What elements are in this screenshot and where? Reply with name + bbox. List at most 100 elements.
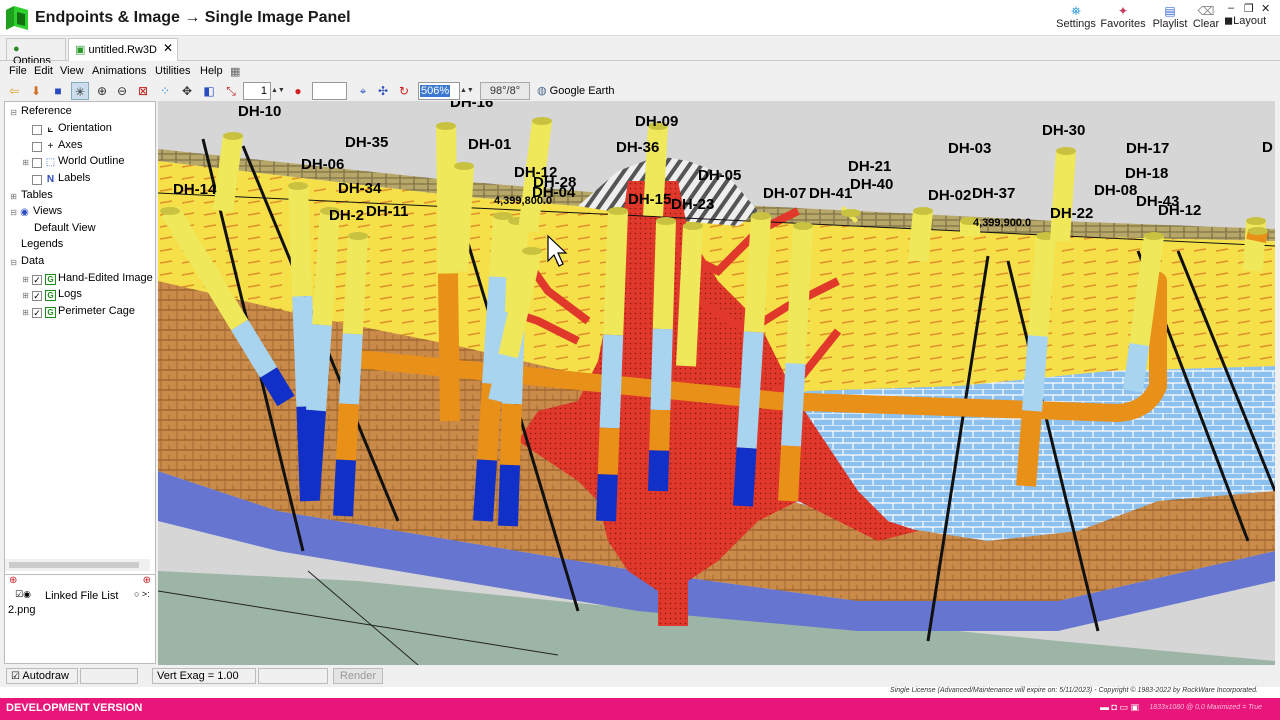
well-segment: [648, 450, 670, 492]
expand-icon[interactable]: ⊞: [21, 158, 30, 167]
clear-button[interactable]: ⌫ Clear: [1192, 4, 1220, 30]
import-icon[interactable]: ⬇: [27, 82, 45, 100]
menu-file[interactable]: File: [9, 65, 27, 77]
expand-icon[interactable]: ⊞: [9, 192, 18, 201]
menu-help[interactable]: Help: [200, 65, 223, 77]
record-icon[interactable]: ●: [289, 82, 307, 100]
layout-label: Layout: [1233, 15, 1267, 27]
well-segment: [292, 295, 317, 407]
menu-extra-icon[interactable]: ▦: [230, 65, 240, 78]
well-label: DH-01: [468, 136, 511, 153]
logs-checkbox[interactable]: ✓: [32, 291, 42, 301]
hand-edited-image-checkbox[interactable]: ✓: [32, 275, 42, 285]
well-segment: [596, 474, 618, 522]
axes-icon: +: [47, 141, 54, 152]
autodraw-checkbox[interactable]: ☑: [11, 671, 20, 682]
labels-checkbox[interactable]: [32, 175, 42, 185]
well-segment: [448, 165, 474, 272]
3d-viewport[interactable]: 4,399,800.0 4,399,900.0 DH-10 DH-16 DH-3…: [158, 101, 1275, 665]
well-label: DH-21: [848, 158, 891, 175]
well-label: DH-12: [1158, 202, 1201, 219]
geology-scene[interactable]: 4,399,800.0 4,399,900.0 DH-10 DH-16 DH-3…: [158, 101, 1275, 665]
axes-checkbox[interactable]: [32, 142, 42, 152]
well-cap: [913, 207, 933, 215]
well-segment: [652, 220, 676, 330]
save-icon[interactable]: ■: [49, 82, 67, 100]
collapse-icon[interactable]: ⊟: [9, 208, 18, 217]
well-cap: [683, 222, 703, 230]
well-segment: [339, 333, 363, 405]
collapse-icon[interactable]: ⊟: [9, 108, 18, 117]
frame-spinner[interactable]: 1: [243, 82, 271, 100]
restore-button[interactable]: ❐: [1244, 2, 1254, 15]
well-label: DH-40: [850, 176, 893, 193]
settings-button[interactable]: ⛯ Settings: [1056, 4, 1096, 30]
rotate-reset-icon[interactable]: ↻: [395, 82, 413, 100]
well-segment: [603, 210, 628, 336]
spinner-arrows-icon[interactable]: ▲▼: [271, 82, 285, 100]
world-outline-checkbox[interactable]: [32, 158, 42, 168]
well-cap: [1056, 147, 1076, 155]
rotate-y-icon[interactable]: ✣: [374, 82, 392, 100]
layer-g-icon: G: [45, 274, 56, 285]
well-label: DH-06: [301, 156, 344, 173]
title-bar: Endpoints & Image → Single Image Panel ⛯…: [0, 0, 1280, 36]
favorites-button[interactable]: ✦ Favorites: [1100, 4, 1146, 30]
menu-edit[interactable]: Edit: [34, 65, 53, 77]
tab-options[interactable]: ● Options: [6, 38, 66, 67]
linked-file-item[interactable]: 2.png: [8, 604, 36, 616]
well-label: DH-04: [532, 184, 576, 201]
zoom-out-small-icon[interactable]: ⊕: [143, 575, 151, 586]
scroll-thumb[interactable]: [9, 562, 139, 568]
select-tool-icon[interactable]: ✳: [71, 82, 89, 100]
minimize-button[interactable]: –: [1228, 2, 1234, 14]
zoom-in-icon[interactable]: ⊕: [93, 82, 111, 100]
favorites-icon: ✦: [1117, 4, 1129, 18]
zoom-select[interactable]: 506%: [418, 82, 460, 100]
color-swatch[interactable]: [312, 82, 347, 100]
layout-button[interactable]: ◼Layout: [1224, 14, 1272, 27]
render-button[interactable]: Render: [333, 668, 383, 684]
development-label: DEVELOPMENT VERSION: [6, 702, 143, 714]
google-earth-button[interactable]: ◍ Google Earth: [537, 84, 615, 97]
world-outline-icon: ⬚: [45, 157, 56, 168]
pan-icon[interactable]: ✥: [178, 82, 196, 100]
expand-icon[interactable]: ⊞: [21, 291, 30, 300]
playlist-button[interactable]: ▤ Playlist: [1150, 4, 1190, 30]
well-segment: [1016, 410, 1042, 487]
well-cap: [532, 117, 552, 125]
scatter-icon[interactable]: ⁘: [156, 82, 174, 100]
well-segment: [213, 134, 243, 213]
menu-view[interactable]: View: [60, 65, 84, 77]
well-segment: [1028, 235, 1056, 337]
menu-animations[interactable]: Animations: [92, 65, 146, 77]
playlist-label: Playlist: [1152, 18, 1188, 30]
close-button[interactable]: ✕: [1261, 2, 1270, 15]
perimeter-cage-checkbox[interactable]: ✓: [32, 308, 42, 318]
tree-horizontal-scrollbar[interactable]: [5, 559, 150, 571]
tab-untitled-rw3d[interactable]: ▣ untitled.Rw3D ✕: [68, 38, 178, 61]
linked-nav-icon[interactable]: ○ >:: [134, 589, 150, 599]
autodraw-toggle[interactable]: ☑ Autodraw: [6, 668, 78, 684]
expand-icon[interactable]: ⊞: [21, 275, 30, 284]
camera-icon[interactable]: ◧: [200, 82, 218, 100]
playlist-icon: ▤: [1164, 4, 1176, 18]
well-label: DH-02: [928, 187, 971, 204]
collapse-icon[interactable]: ⊟: [9, 258, 18, 267]
expand-icon[interactable]: ⊞: [21, 308, 30, 317]
zoom-in-small-icon[interactable]: ⊕: [9, 575, 17, 586]
tab-close-icon[interactable]: ✕: [163, 41, 173, 55]
open-icon[interactable]: ⇦: [5, 82, 23, 100]
well-segment: [733, 447, 757, 507]
zoom-out-icon[interactable]: ⊖: [113, 82, 131, 100]
well-label: DH-11: [366, 203, 409, 220]
zoom-extents-icon[interactable]: ⊠: [134, 82, 152, 100]
well-label: DH-03: [948, 140, 991, 157]
orientation-checkbox[interactable]: [32, 125, 42, 135]
favorites-label: Favorites: [1100, 18, 1146, 30]
rotate-x-icon[interactable]: ⌖: [354, 82, 372, 100]
menu-utilities[interactable]: Utilities: [155, 65, 190, 77]
well-segment: [438, 273, 460, 422]
zoom-spinner-icon[interactable]: ▲▼: [460, 82, 474, 100]
reset-view-icon[interactable]: ⤡: [222, 82, 240, 100]
